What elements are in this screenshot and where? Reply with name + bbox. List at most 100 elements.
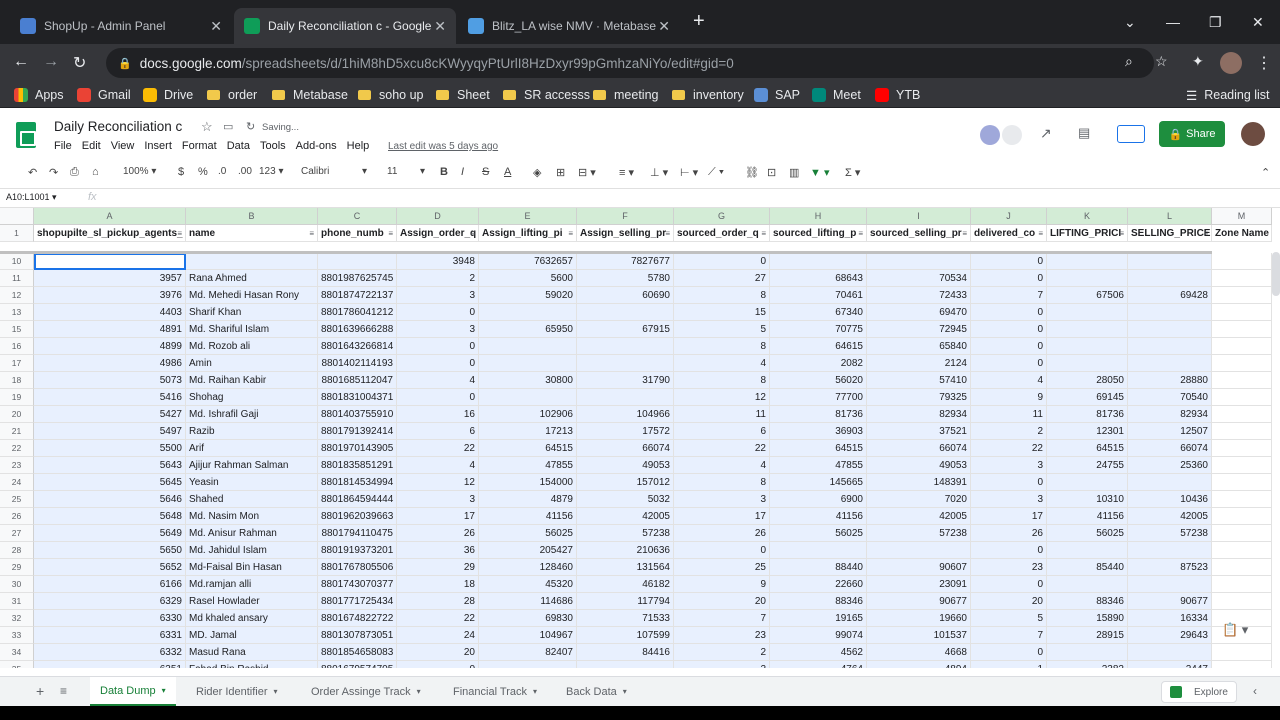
table-cell[interactable]: 4 bbox=[397, 372, 479, 389]
table-cell[interactable]: Rana Ahmed bbox=[186, 270, 318, 287]
bookmark-metabase[interactable]: Metabase bbox=[272, 85, 348, 105]
table-cell[interactable]: 5600 bbox=[479, 270, 577, 287]
table-cell[interactable]: 56020 bbox=[770, 372, 867, 389]
select-all-corner[interactable] bbox=[0, 208, 34, 225]
table-cell[interactable]: 11 bbox=[971, 406, 1047, 423]
table-cell[interactable]: 2447 bbox=[1128, 661, 1212, 668]
table-cell[interactable]: 104966 bbox=[577, 406, 674, 423]
table-cell[interactable]: 0 bbox=[971, 321, 1047, 338]
row-number[interactable]: 25 bbox=[0, 491, 34, 508]
table-cell[interactable]: 8801864594444 bbox=[318, 491, 397, 508]
font-select[interactable]: Calibri ▾ bbox=[301, 166, 367, 177]
table-cell[interactable]: 5780 bbox=[577, 270, 674, 287]
table-cell[interactable]: Masud Rana bbox=[186, 644, 318, 661]
table-cell[interactable]: 25 bbox=[674, 559, 770, 576]
table-cell[interactable]: Md. Shariful Islam bbox=[186, 321, 318, 338]
menu-data[interactable]: Data bbox=[227, 140, 250, 152]
table-cell[interactable]: 3 bbox=[397, 287, 479, 304]
table-cell[interactable]: 114686 bbox=[479, 593, 577, 610]
table-cell[interactable]: 17572 bbox=[577, 423, 674, 440]
search-icon[interactable]: ⌕ bbox=[1125, 53, 1133, 70]
font-size-select[interactable]: 11 ▾ bbox=[387, 166, 425, 177]
table-cell[interactable]: 24755 bbox=[1047, 457, 1128, 474]
table-cell[interactable]: 2 bbox=[971, 423, 1047, 440]
table-cell[interactable]: 77700 bbox=[770, 389, 867, 406]
all-sheets-icon[interactable]: ≡ bbox=[60, 684, 67, 698]
table-cell[interactable]: 4 bbox=[397, 457, 479, 474]
table-cell[interactable]: 3 bbox=[971, 457, 1047, 474]
url-input[interactable]: 🔒 docs.google.com /spreadsheets/d/1hiM8h… bbox=[106, 48, 1154, 78]
table-cell[interactable]: 5500 bbox=[34, 440, 186, 457]
table-cell[interactable] bbox=[1212, 321, 1272, 338]
row-number[interactable]: 20 bbox=[0, 406, 34, 423]
table-cell[interactable]: 4891 bbox=[34, 321, 186, 338]
row-number[interactable]: 32 bbox=[0, 610, 34, 627]
header-cell[interactable]: Assign_order_q ≡ bbox=[397, 225, 479, 242]
column-header-k[interactable]: K bbox=[1047, 208, 1128, 225]
table-cell[interactable]: 70461 bbox=[770, 287, 867, 304]
table-cell[interactable]: 64615 bbox=[770, 338, 867, 355]
filter-icon[interactable]: ≡ bbox=[388, 225, 393, 241]
table-cell[interactable] bbox=[479, 338, 577, 355]
table-cell[interactable]: 0 bbox=[971, 474, 1047, 491]
table-cell[interactable] bbox=[1128, 321, 1212, 338]
table-cell[interactable]: 66074 bbox=[867, 440, 971, 457]
row-number[interactable]: 33 bbox=[0, 627, 34, 644]
table-cell[interactable]: 0 bbox=[971, 270, 1047, 287]
table-cell[interactable]: 99074 bbox=[770, 627, 867, 644]
filter-icon[interactable]: ≡ bbox=[177, 225, 182, 241]
merge-cells-icon[interactable]: ⊟ ▾ bbox=[578, 166, 596, 179]
table-cell[interactable] bbox=[479, 661, 577, 668]
table-cell[interactable]: 8801987625745 bbox=[318, 270, 397, 287]
table-cell[interactable]: 11 bbox=[674, 406, 770, 423]
table-cell[interactable]: 17213 bbox=[479, 423, 577, 440]
table-cell[interactable]: 2 bbox=[397, 270, 479, 287]
table-cell[interactable] bbox=[1047, 474, 1128, 491]
header-cell[interactable]: shopupilte_sl_pickup_agents_ ≡ bbox=[34, 225, 186, 242]
table-cell[interactable]: 90677 bbox=[867, 593, 971, 610]
table-cell[interactable]: 46182 bbox=[577, 576, 674, 593]
column-header-m[interactable]: M bbox=[1212, 208, 1272, 225]
vertical-scrollbar[interactable] bbox=[1272, 252, 1280, 296]
row-number[interactable]: 10 bbox=[0, 253, 34, 270]
header-cell[interactable]: phone_numb ≡ bbox=[318, 225, 397, 242]
table-cell[interactable] bbox=[1212, 406, 1272, 423]
table-cell[interactable]: 8 bbox=[674, 474, 770, 491]
row-number[interactable]: 19 bbox=[0, 389, 34, 406]
table-cell[interactable] bbox=[1212, 287, 1272, 304]
filter-icon[interactable]: ≡ bbox=[858, 225, 863, 241]
back-icon[interactable]: ← bbox=[13, 53, 29, 71]
table-cell[interactable]: 6166 bbox=[34, 576, 186, 593]
table-cell[interactable] bbox=[1128, 355, 1212, 372]
italic-button[interactable]: I bbox=[461, 166, 464, 178]
filter-icon[interactable]: ≡ bbox=[761, 225, 766, 241]
table-cell[interactable]: 71533 bbox=[577, 610, 674, 627]
table-cell[interactable]: 210636 bbox=[577, 542, 674, 559]
table-cell[interactable]: 65840 bbox=[867, 338, 971, 355]
table-cell[interactable]: 66074 bbox=[577, 440, 674, 457]
table-cell[interactable]: 148391 bbox=[867, 474, 971, 491]
activity-trend-icon[interactable]: ↗ bbox=[1040, 125, 1052, 142]
table-cell[interactable]: 7 bbox=[971, 627, 1047, 644]
table-cell[interactable]: 70775 bbox=[770, 321, 867, 338]
table-cell[interactable] bbox=[1212, 355, 1272, 372]
table-cell[interactable]: 8801854658083 bbox=[318, 644, 397, 661]
table-cell[interactable]: 2382 bbox=[1047, 661, 1128, 668]
table-cell[interactable] bbox=[1047, 355, 1128, 372]
table-cell[interactable]: 8801794110475 bbox=[318, 525, 397, 542]
table-cell[interactable]: 0 bbox=[971, 644, 1047, 661]
row-number[interactable]: 16 bbox=[0, 338, 34, 355]
table-cell[interactable]: 3 bbox=[674, 491, 770, 508]
table-cell[interactable] bbox=[577, 338, 674, 355]
table-cell[interactable]: 84416 bbox=[577, 644, 674, 661]
table-cell[interactable] bbox=[318, 253, 397, 270]
table-cell[interactable]: 27 bbox=[674, 270, 770, 287]
bold-button[interactable]: B bbox=[440, 166, 448, 178]
table-cell[interactable]: 49053 bbox=[577, 457, 674, 474]
table-cell[interactable]: 4668 bbox=[867, 644, 971, 661]
table-cell[interactable]: 16334 bbox=[1128, 610, 1212, 627]
increase-decimal-button[interactable]: .00 bbox=[238, 166, 252, 177]
table-cell[interactable]: 3 bbox=[397, 321, 479, 338]
table-cell[interactable] bbox=[577, 355, 674, 372]
table-cell[interactable]: 5416 bbox=[34, 389, 186, 406]
